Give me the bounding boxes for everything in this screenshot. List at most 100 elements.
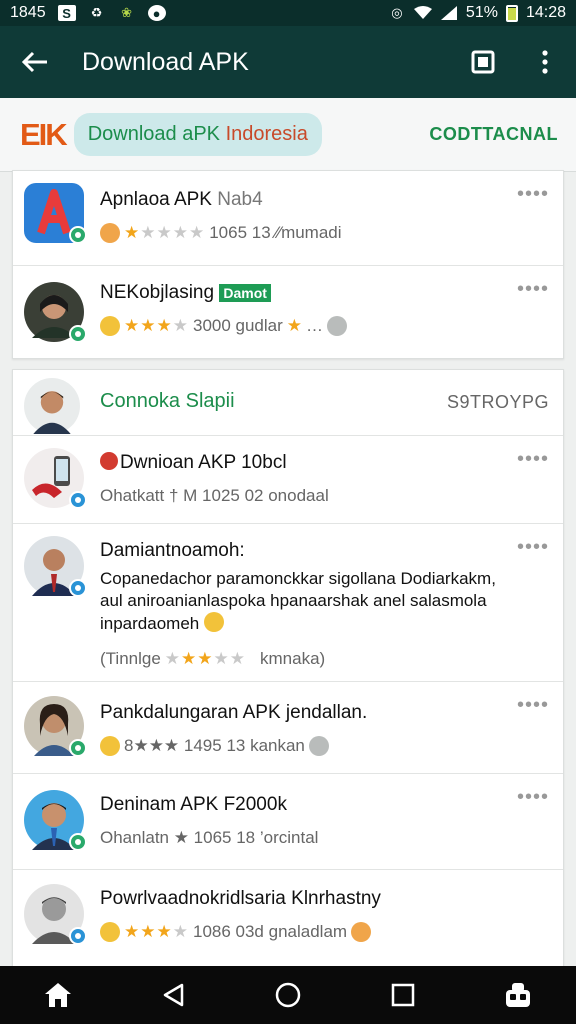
list-item-meta: (Tinnlge ★★★★★ kmnaka) — [100, 649, 533, 669]
system-nav-bar — [0, 966, 576, 1024]
banner-pill-text-2: Indoresia — [225, 123, 308, 145]
list-item-tag: Damot — [219, 284, 271, 302]
status-time-right: 14:28 — [525, 4, 566, 21]
wifi-icon — [413, 5, 432, 21]
list-item-meta: Ohatkatt † M 1025 02 onodaal — [100, 486, 329, 505]
emoji-icon — [100, 316, 120, 336]
more-dots-icon[interactable]: •••• — [517, 279, 549, 299]
page-title: Download APK — [82, 47, 249, 76]
avatar — [24, 884, 87, 945]
more-dots-icon[interactable]: •••• — [517, 695, 549, 715]
recents-square-icon[interactable] — [373, 966, 433, 1024]
list-item-meta-suffix: kmnaka) — [260, 649, 326, 668]
list-item-desc-line: aul aniroanianlaspoka hpanaarshak anel s… — [100, 591, 487, 610]
home-icon[interactable] — [28, 966, 88, 1024]
assistant-icon[interactable] — [488, 966, 548, 1024]
list-item[interactable]: Damiantnoamoh: Copanedachor paramonckkar… — [13, 524, 563, 682]
battery-icon — [505, 4, 518, 22]
list-item-meta: ★★★★ 3000 gudlar ★ … — [100, 316, 513, 336]
back-arrow-icon[interactable] — [0, 26, 70, 98]
smile-icon — [327, 316, 348, 336]
avatar — [24, 282, 87, 343]
app-bar: Download APK — [0, 26, 576, 98]
rating-stars: ★★★★ — [124, 922, 189, 941]
verified-badge-icon — [69, 927, 87, 945]
notification-square-icon: S — [57, 5, 76, 21]
list-item[interactable]: Apnlaoa APK Nab4 ★★★★★ 1065 13 ⁄⁄mumadi … — [13, 171, 563, 266]
list-item-title: Powrlvaadnokridlsaria Klnrhastny — [100, 888, 381, 909]
avatar — [24, 536, 87, 597]
avatar — [24, 378, 80, 434]
more-dots-icon[interactable]: •••• — [517, 449, 549, 469]
list-item-meta-tail: … — [306, 316, 324, 335]
avatar — [24, 790, 87, 851]
more-dots-icon[interactable]: •••• — [517, 537, 549, 557]
section-header[interactable]: Connoka Slapii S9TROYPG — [13, 370, 563, 436]
verified-badge-icon — [69, 491, 87, 509]
section-right-label: S9TROYPG — [446, 392, 549, 412]
emoji-icon — [203, 612, 224, 632]
refresh-icon — [308, 736, 329, 756]
verified-badge-icon — [69, 833, 87, 851]
emoji-icon — [100, 223, 120, 243]
verified-badge-icon — [69, 739, 87, 757]
app-list-card-2: Connoka Slapii S9TROYPG Dwnioan AKP 10bc… — [12, 369, 564, 969]
list-item-meta-text: 3000 gudlar — [192, 316, 283, 335]
list-item[interactable]: NEKobjlasing Damot ★★★★ 3000 gudlar ★ … … — [13, 266, 563, 358]
list-item-title: Dwnioan AKP 10bcl — [120, 452, 287, 473]
signal-icon — [440, 5, 458, 21]
status-time-left: 1845 — [10, 4, 46, 21]
banner-pill[interactable]: Download aPK Indoresia — [73, 113, 322, 156]
rating-stars: ★★★★★ — [164, 649, 247, 668]
promo-banner[interactable]: EIK Download aPK Indoresia CODTTACNAL — [0, 98, 576, 172]
leaf-icon: ❀ — [121, 5, 133, 20]
circle-app-icon: ● — [147, 5, 166, 21]
overflow-menu-icon[interactable] — [514, 26, 576, 98]
avatar — [24, 448, 87, 509]
verified-badge-icon — [69, 325, 87, 343]
avatar — [24, 183, 87, 244]
list-item-meta: ★★★★ 1086 03d gnaladlam — [100, 922, 513, 942]
list-item-meta-text: 8★★★ 1495 13 kankan — [124, 736, 305, 755]
list-item-desc-line: Copanedachor paramonckkar sigollana Dodi… — [100, 569, 496, 588]
list-item-desc-line: inpardaomeh — [100, 614, 200, 633]
list-item-meta-prefix: (Tinnlge — [100, 649, 161, 668]
list-item[interactable]: Dwnioan AKP 10bcl Ohatkatt † M 1025 02 o… — [13, 436, 563, 524]
rating-stars: ★★★★ — [124, 316, 189, 335]
emoji-icon — [351, 922, 372, 942]
alarm-icon: ♻ — [90, 5, 103, 20]
list-item-meta: Ohanlatn ★ 1065 18 ’orcintal — [100, 828, 319, 847]
list-item[interactable]: Powrlvaadnokridlsaria Klnrhastny ★★★★ 10… — [13, 870, 563, 968]
more-dots-icon[interactable]: •••• — [517, 184, 549, 204]
avatar — [24, 696, 87, 757]
status-bar: 1845 S ♻ ❀ ● ◎ 51% 14:28 — [0, 0, 576, 26]
list-item-title: Damiantnoamoh: — [100, 540, 245, 561]
back-triangle-icon[interactable] — [143, 966, 203, 1024]
list-item-meta-text: 1065 13 ⁄⁄mumadi — [209, 223, 342, 242]
list-item-title-suffix: Nab4 — [217, 189, 263, 210]
battery-percent: 51% — [465, 4, 498, 21]
list-item-title: Deninam APK F2000k — [100, 794, 287, 815]
verified-badge-icon — [69, 226, 87, 244]
emoji-icon — [100, 736, 120, 756]
square-icon[interactable] — [452, 26, 514, 98]
verified-badge-icon — [69, 579, 87, 597]
more-dots-icon[interactable]: •••• — [517, 787, 549, 807]
star-emoji-icon: ★ — [286, 316, 303, 335]
list-item-meta: 8★★★ 1495 13 kankan — [100, 736, 513, 756]
list-item-meta-text: 1086 03d gnaladlam — [192, 922, 348, 941]
banner-pill-text-1: Download aPK — [87, 123, 226, 145]
list-item[interactable]: Deninam APK F2000k Ohanlatn ★ 1065 18 ’o… — [13, 774, 563, 870]
list-item-title: Apnlaoa APK — [100, 189, 218, 210]
vibrate-icon: ◎ — [391, 5, 403, 20]
app-list-card-1: Apnlaoa APK Nab4 ★★★★★ 1065 13 ⁄⁄mumadi … — [12, 170, 564, 359]
banner-right-label: CODTTACNAL — [429, 124, 558, 144]
home-circle-icon[interactable] — [258, 966, 318, 1024]
red-circle-icon — [100, 452, 118, 470]
rating-stars: ★★★★★ — [124, 223, 206, 242]
list-item-title: NEKobjlasing — [100, 282, 220, 303]
list-item[interactable]: Pankdalungaran APK jendallan. 8★★★ 1495 … — [13, 682, 563, 774]
list-item-meta: ★★★★★ 1065 13 ⁄⁄mumadi — [100, 223, 513, 243]
brand-logo: EIK — [20, 116, 68, 152]
emoji-icon — [100, 922, 120, 942]
